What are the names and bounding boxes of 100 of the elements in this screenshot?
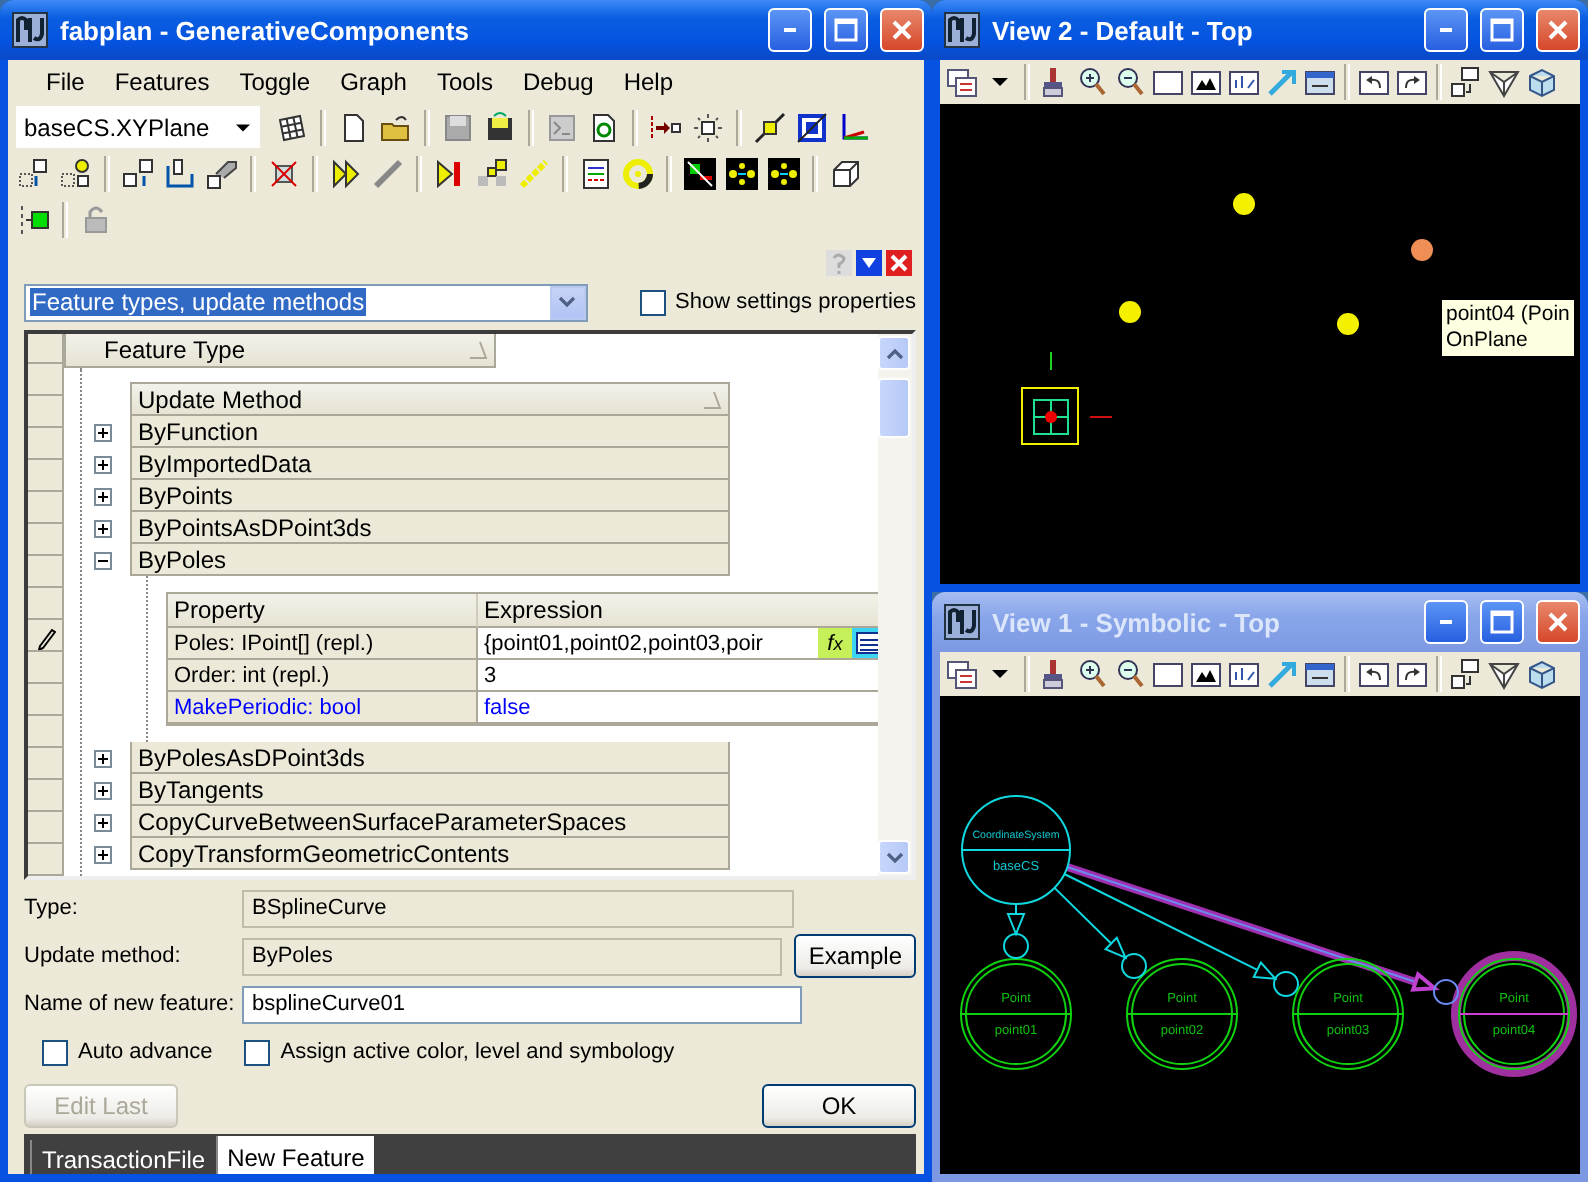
redo-view-icon[interactable] (1396, 658, 1428, 690)
zoom-out-icon[interactable] (1114, 66, 1146, 98)
expand-icon[interactable] (94, 845, 112, 863)
rotate-view-icon[interactable] (1450, 658, 1482, 690)
fit-view-icon[interactable] (1190, 658, 1222, 690)
dropdown-icon[interactable] (856, 250, 882, 276)
arrow-point-icon[interactable] (650, 111, 682, 143)
point-node[interactable] (960, 933, 1072, 1070)
close-button[interactable] (1536, 8, 1580, 52)
scroll-up-icon[interactable] (885, 347, 903, 359)
menu-item[interactable]: Features (100, 64, 226, 100)
close-button[interactable] (1536, 600, 1580, 644)
method-row[interactable]: ByPolesAsDPoint3ds (130, 742, 730, 774)
coordinate-system-drawing[interactable] (1021, 351, 1113, 445)
maximize-button[interactable] (1480, 600, 1524, 644)
ring-icon[interactable] (622, 157, 654, 189)
save-icon[interactable] (484, 111, 516, 143)
refresh-document-icon[interactable] (588, 111, 620, 143)
view-cone-icon[interactable] (1488, 66, 1520, 98)
expand-icon[interactable] (94, 781, 112, 799)
view-cone-icon[interactable] (1488, 658, 1520, 690)
checkbox-label[interactable]: Auto advance (42, 1039, 213, 1065)
method-row[interactable]: ByTangents (130, 774, 730, 806)
arrow-square-icon[interactable] (684, 157, 716, 189)
ok-button[interactable]: OK (762, 1084, 916, 1128)
move-point-icon[interactable] (18, 157, 50, 189)
step-icon[interactable] (434, 157, 466, 189)
method-row[interactable]: CopyTransformGeometricContents (130, 838, 730, 870)
menu-item[interactable]: Toggle (225, 64, 327, 100)
scrollbar-thumb[interactable] (878, 378, 910, 438)
undo-view-icon[interactable] (1358, 66, 1390, 98)
window-swap-icon[interactable] (1304, 66, 1336, 98)
cross-square-icon[interactable] (268, 157, 300, 189)
point-node[interactable] (1273, 958, 1404, 1070)
tab[interactable]: New Feature (215, 1136, 375, 1174)
zoom-out-icon[interactable] (1114, 658, 1146, 690)
column-header[interactable]: Feature Type (64, 334, 496, 368)
square-point-icon[interactable] (796, 111, 828, 143)
method-row[interactable]: ByFunction (130, 416, 730, 448)
menu-item[interactable]: Debug (508, 64, 610, 100)
point-marker[interactable] (1119, 301, 1141, 323)
dots-icon[interactable] (768, 157, 800, 189)
minimize-button[interactable] (1424, 600, 1468, 644)
minimize-button[interactable] (1424, 8, 1468, 52)
zoom-in-icon[interactable] (1076, 658, 1108, 690)
expand-icon[interactable] (94, 423, 112, 441)
folder-icon[interactable] (380, 111, 412, 143)
close-button[interactable] (880, 8, 924, 52)
method-row[interactable]: CopyCurveBetweenSurfaceParameterSpaces (130, 806, 730, 838)
bracket-arrow-icon[interactable] (164, 157, 196, 189)
close-icon[interactable] (886, 250, 912, 276)
point-icon[interactable] (692, 111, 724, 143)
method-row[interactable]: ByPoints (130, 480, 730, 512)
cube-icon[interactable] (1526, 66, 1558, 98)
menu-item[interactable]: File (32, 64, 101, 100)
point-node[interactable] (1433, 951, 1577, 1077)
checkbox[interactable] (42, 1039, 68, 1065)
dots-icon[interactable] (726, 157, 758, 189)
axes-icon[interactable] (838, 111, 870, 143)
menu-item[interactable]: Help (609, 64, 690, 100)
point-node[interactable] (1121, 953, 1238, 1070)
column-header[interactable]: Update Method (130, 382, 730, 416)
menu-item[interactable]: Graph (326, 64, 423, 100)
view-list-icon[interactable] (946, 658, 978, 690)
scrollbar[interactable] (878, 334, 912, 876)
line-icon[interactable] (372, 157, 404, 189)
checkbox-label[interactable]: Assign active color, level and symbology (244, 1039, 675, 1065)
point-marker[interactable] (1233, 193, 1255, 215)
square-arrow-icon[interactable] (122, 157, 154, 189)
view-list-icon[interactable] (946, 66, 978, 98)
redo-view-icon[interactable] (1396, 66, 1428, 98)
cube-icon[interactable] (1526, 658, 1558, 690)
window-icon[interactable] (1152, 658, 1184, 690)
collapse-icon[interactable] (94, 551, 112, 569)
checkbox[interactable] (639, 289, 666, 315)
menu-item[interactable]: Tools (422, 64, 509, 100)
list-icon[interactable] (852, 628, 878, 658)
move-circle-icon[interactable] (60, 157, 92, 189)
point-marker[interactable] (1337, 313, 1359, 335)
name-input[interactable]: bsplineCurve01 (242, 985, 802, 1023)
method-row[interactable]: ByImportedData (130, 448, 730, 480)
expand-icon[interactable] (94, 749, 112, 767)
mode-select[interactable]: Feature types, update methods (24, 283, 588, 321)
chart-window-icon[interactable] (1228, 658, 1260, 690)
example-button[interactable]: Example (794, 934, 916, 978)
document-icon[interactable] (546, 111, 578, 143)
method-row[interactable]: ByPointsAsDPoint3ds (130, 512, 730, 544)
line-point-icon[interactable] (754, 111, 786, 143)
method-row[interactable]: ByPoles (130, 544, 730, 576)
minimize-button[interactable] (768, 8, 812, 52)
coordinate-system-node[interactable] (961, 795, 1071, 905)
dotted-line-icon[interactable] (518, 157, 550, 189)
fit-view-icon[interactable] (1190, 66, 1222, 98)
grid-icon[interactable] (276, 111, 308, 143)
expand-icon[interactable] (94, 519, 112, 537)
checkbox[interactable] (244, 1039, 271, 1065)
rotate-view-icon[interactable] (1450, 66, 1482, 98)
fast-forward-icon[interactable] (330, 157, 362, 189)
chart-window-icon[interactable] (1228, 66, 1260, 98)
scroll-down-icon[interactable] (885, 851, 903, 863)
